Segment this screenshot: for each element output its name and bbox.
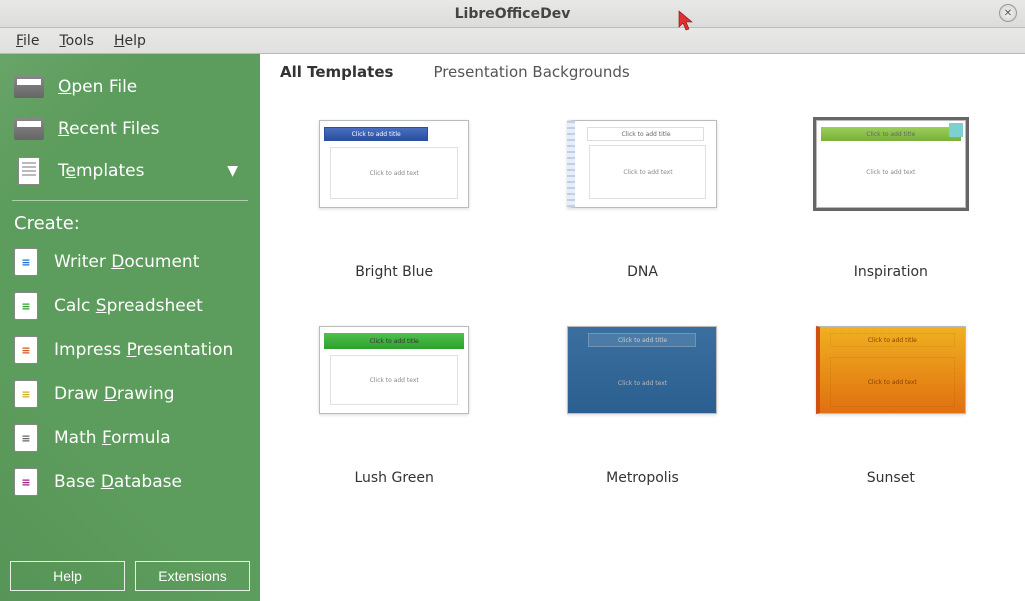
create-heading: Create: — [0, 207, 260, 240]
template-inspiration[interactable]: Click to add title Click to add text Inspi… — [777, 120, 1005, 280]
template-name: DNA — [627, 264, 658, 280]
tab-all-templates[interactable]: All Templates — [280, 57, 393, 87]
open-file-button[interactable]: Open File — [0, 66, 260, 108]
create-label: Impress Presentation — [54, 340, 233, 360]
template-lush-green[interactable]: Click to add title Click to add text Lush … — [280, 326, 508, 486]
document-icon: ≡ — [14, 248, 38, 276]
template-thumbnail: Click to add title Click to add text — [816, 120, 966, 208]
menu-file[interactable]: File — [6, 31, 49, 51]
template-sunset[interactable]: Click to add title Click to add text Sunse… — [777, 326, 1005, 486]
window-title: LibreOfficeDev — [0, 6, 1025, 22]
menu-tools[interactable]: Tools — [49, 31, 104, 51]
thumb-body: Click to add text — [830, 357, 955, 407]
template-name: Bright Blue — [355, 264, 433, 280]
document-icon: ≡ — [14, 424, 38, 452]
thumb-title: Click to add title — [821, 127, 961, 141]
document-icon: ≡ — [14, 468, 38, 496]
sidebar: Open File Recent Files Templates ▼ Creat… — [0, 54, 260, 601]
create-label: Draw Drawing — [54, 384, 175, 404]
template-thumbnail: Click to add title Click to add text — [567, 120, 717, 208]
template-dna[interactable]: Click to add title Click to add text DNA — [528, 120, 756, 280]
document-icon: ≡ — [14, 380, 38, 408]
create-label: Math Formula — [54, 428, 171, 448]
templates-button[interactable]: Templates ▼ — [0, 150, 260, 192]
tabbar: All Templates Presentation Backgrounds — [260, 54, 1025, 90]
template-name: Inspiration — [854, 264, 928, 280]
thumb-body: Click to add text — [589, 145, 706, 199]
template-gallery: Click to add title Click to add text Brigh… — [260, 90, 1025, 601]
thumb-title: Click to add title — [587, 127, 704, 141]
thumb-title: Click to add title — [324, 333, 464, 349]
thumb-body: Click to add text — [827, 145, 955, 199]
create-label: Calc Spreadsheet — [54, 296, 203, 316]
create-calc-spreadsheet[interactable]: ≡ Calc Spreadsheet — [0, 284, 260, 328]
titlebar: LibreOfficeDev ✕ — [0, 0, 1025, 28]
drawer-icon — [14, 74, 44, 100]
help-button[interactable]: Help — [10, 561, 125, 591]
template-name: Lush Green — [354, 470, 433, 486]
drawer-icon — [14, 116, 44, 142]
recent-files-button[interactable]: Recent Files — [0, 108, 260, 150]
document-icon: ≡ — [14, 336, 38, 364]
template-bright-blue[interactable]: Click to add title Click to add text Brigh… — [280, 120, 508, 280]
main: Open File Recent Files Templates ▼ Creat… — [0, 54, 1025, 601]
thumb-title: Click to add title — [588, 333, 696, 347]
divider — [12, 200, 248, 201]
thumb-body: Click to add text — [330, 147, 458, 199]
close-button[interactable]: ✕ — [999, 4, 1017, 22]
create-label: Writer Document — [54, 252, 199, 272]
template-thumbnail: Click to add title Click to add text — [319, 120, 469, 208]
document-icon: ≡ — [14, 292, 38, 320]
create-writer-document[interactable]: ≡ Writer Document — [0, 240, 260, 284]
create-impress-presentation[interactable]: ≡ Impress Presentation — [0, 328, 260, 372]
recent-files-label: Recent Files — [58, 119, 246, 139]
templates-label: Templates — [58, 161, 227, 181]
thumb-title: Click to add title — [830, 333, 955, 347]
thumb-title: Click to add title — [324, 127, 428, 141]
create-base-database[interactable]: ≡ Base Database — [0, 460, 260, 504]
template-thumbnail: Click to add title Click to add text — [816, 326, 966, 414]
thumb-body: Click to add text — [588, 367, 696, 399]
create-label: Base Database — [54, 472, 182, 492]
template-thumbnail: Click to add title Click to add text — [567, 326, 717, 414]
paper-icon — [14, 158, 44, 184]
menu-help[interactable]: Help — [104, 31, 156, 51]
template-name: Sunset — [867, 470, 915, 486]
template-metropolis[interactable]: Click to add title Click to add text Metro… — [528, 326, 756, 486]
extensions-button[interactable]: Extensions — [135, 561, 250, 591]
chevron-down-icon: ▼ — [227, 163, 238, 179]
template-name: Metropolis — [606, 470, 679, 486]
create-draw-drawing[interactable]: ≡ Draw Drawing — [0, 372, 260, 416]
thumb-body: Click to add text — [330, 355, 458, 405]
create-math-formula[interactable]: ≡ Math Formula — [0, 416, 260, 460]
tab-presentation-backgrounds[interactable]: Presentation Backgrounds — [433, 57, 629, 87]
menubar: File Tools Help — [0, 28, 1025, 54]
sidebar-bottom: Help Extensions — [10, 561, 250, 591]
template-thumbnail: Click to add title Click to add text — [319, 326, 469, 414]
open-file-label: Open File — [58, 77, 246, 97]
content: All Templates Presentation Backgrounds C… — [260, 54, 1025, 601]
